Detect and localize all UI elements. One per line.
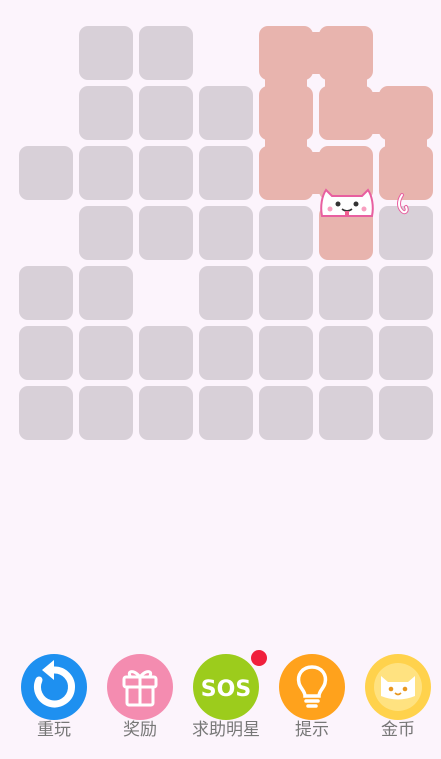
hint-label: 提示 xyxy=(295,720,329,740)
board-cell[interactable] xyxy=(139,326,193,380)
board-cell[interactable] xyxy=(139,86,193,140)
board-cell[interactable] xyxy=(259,206,313,260)
coins-button[interactable]: 金币 xyxy=(355,650,441,746)
board-cell[interactable] xyxy=(19,326,73,380)
board-cell[interactable] xyxy=(319,326,373,380)
board-cell[interactable] xyxy=(259,266,313,320)
sos-button[interactable]: SOS 求助明星 xyxy=(183,650,269,746)
board-cell[interactable] xyxy=(319,386,373,440)
board-cell[interactable] xyxy=(199,326,253,380)
board-cell-visited[interactable] xyxy=(259,26,313,80)
board-cell-visited[interactable] xyxy=(259,86,313,140)
board-cell[interactable] xyxy=(199,146,253,200)
board-cell[interactable] xyxy=(19,146,73,200)
board-cell[interactable] xyxy=(199,266,253,320)
cat-tail-icon xyxy=(397,193,409,215)
board-cell[interactable] xyxy=(199,386,253,440)
board-cell[interactable] xyxy=(259,386,313,440)
board-cell[interactable] xyxy=(379,266,433,320)
board-cell[interactable] xyxy=(79,206,133,260)
svg-text:SOS: SOS xyxy=(201,677,251,702)
reward-label: 奖励 xyxy=(123,720,157,740)
board-cell[interactable] xyxy=(319,266,373,320)
board-cell[interactable] xyxy=(79,326,133,380)
puzzle-board[interactable] xyxy=(0,0,441,460)
board-cell[interactable] xyxy=(379,326,433,380)
hint-button[interactable]: 提示 xyxy=(269,650,355,746)
restart-icon xyxy=(34,660,75,708)
game-screen: 重玩 奖励 SOS 求助明星 提示 金币 xyxy=(0,0,441,759)
board-cell[interactable] xyxy=(139,146,193,200)
notification-badge xyxy=(251,650,267,666)
restart-label: 重玩 xyxy=(37,720,71,740)
board-cell[interactable] xyxy=(79,386,133,440)
board-cell[interactable] xyxy=(199,206,253,260)
board-cell-visited[interactable] xyxy=(379,86,433,140)
sos-label: 求助明星 xyxy=(192,720,260,740)
board-cell[interactable] xyxy=(79,146,133,200)
restart-button[interactable]: 重玩 xyxy=(11,650,97,746)
board-cell[interactable] xyxy=(379,386,433,440)
gift-icon xyxy=(122,670,158,707)
board-cell[interactable] xyxy=(259,326,313,380)
reward-button[interactable]: 奖励 xyxy=(97,650,183,746)
board-cell[interactable] xyxy=(19,386,73,440)
board-cell[interactable] xyxy=(79,266,133,320)
board-cell[interactable] xyxy=(79,86,133,140)
lightbulb-icon xyxy=(296,665,328,708)
coins-label: 金币 xyxy=(381,720,415,740)
board-cell[interactable] xyxy=(139,26,193,80)
board-cell[interactable] xyxy=(139,206,193,260)
board-cell-visited[interactable] xyxy=(319,26,373,80)
board-cell[interactable] xyxy=(19,266,73,320)
coin-cat-icon xyxy=(374,663,422,711)
board-cell-visited[interactable] xyxy=(259,146,313,200)
board-cell[interactable] xyxy=(199,86,253,140)
cat-character-icon xyxy=(320,188,374,217)
board-cell[interactable] xyxy=(79,26,133,80)
board-cell[interactable] xyxy=(139,386,193,440)
board-cell-visited[interactable] xyxy=(379,146,433,200)
bottom-toolbar: 重玩 奖励 SOS 求助明星 提示 金币 xyxy=(0,650,441,750)
board-cell-visited[interactable] xyxy=(319,86,373,140)
